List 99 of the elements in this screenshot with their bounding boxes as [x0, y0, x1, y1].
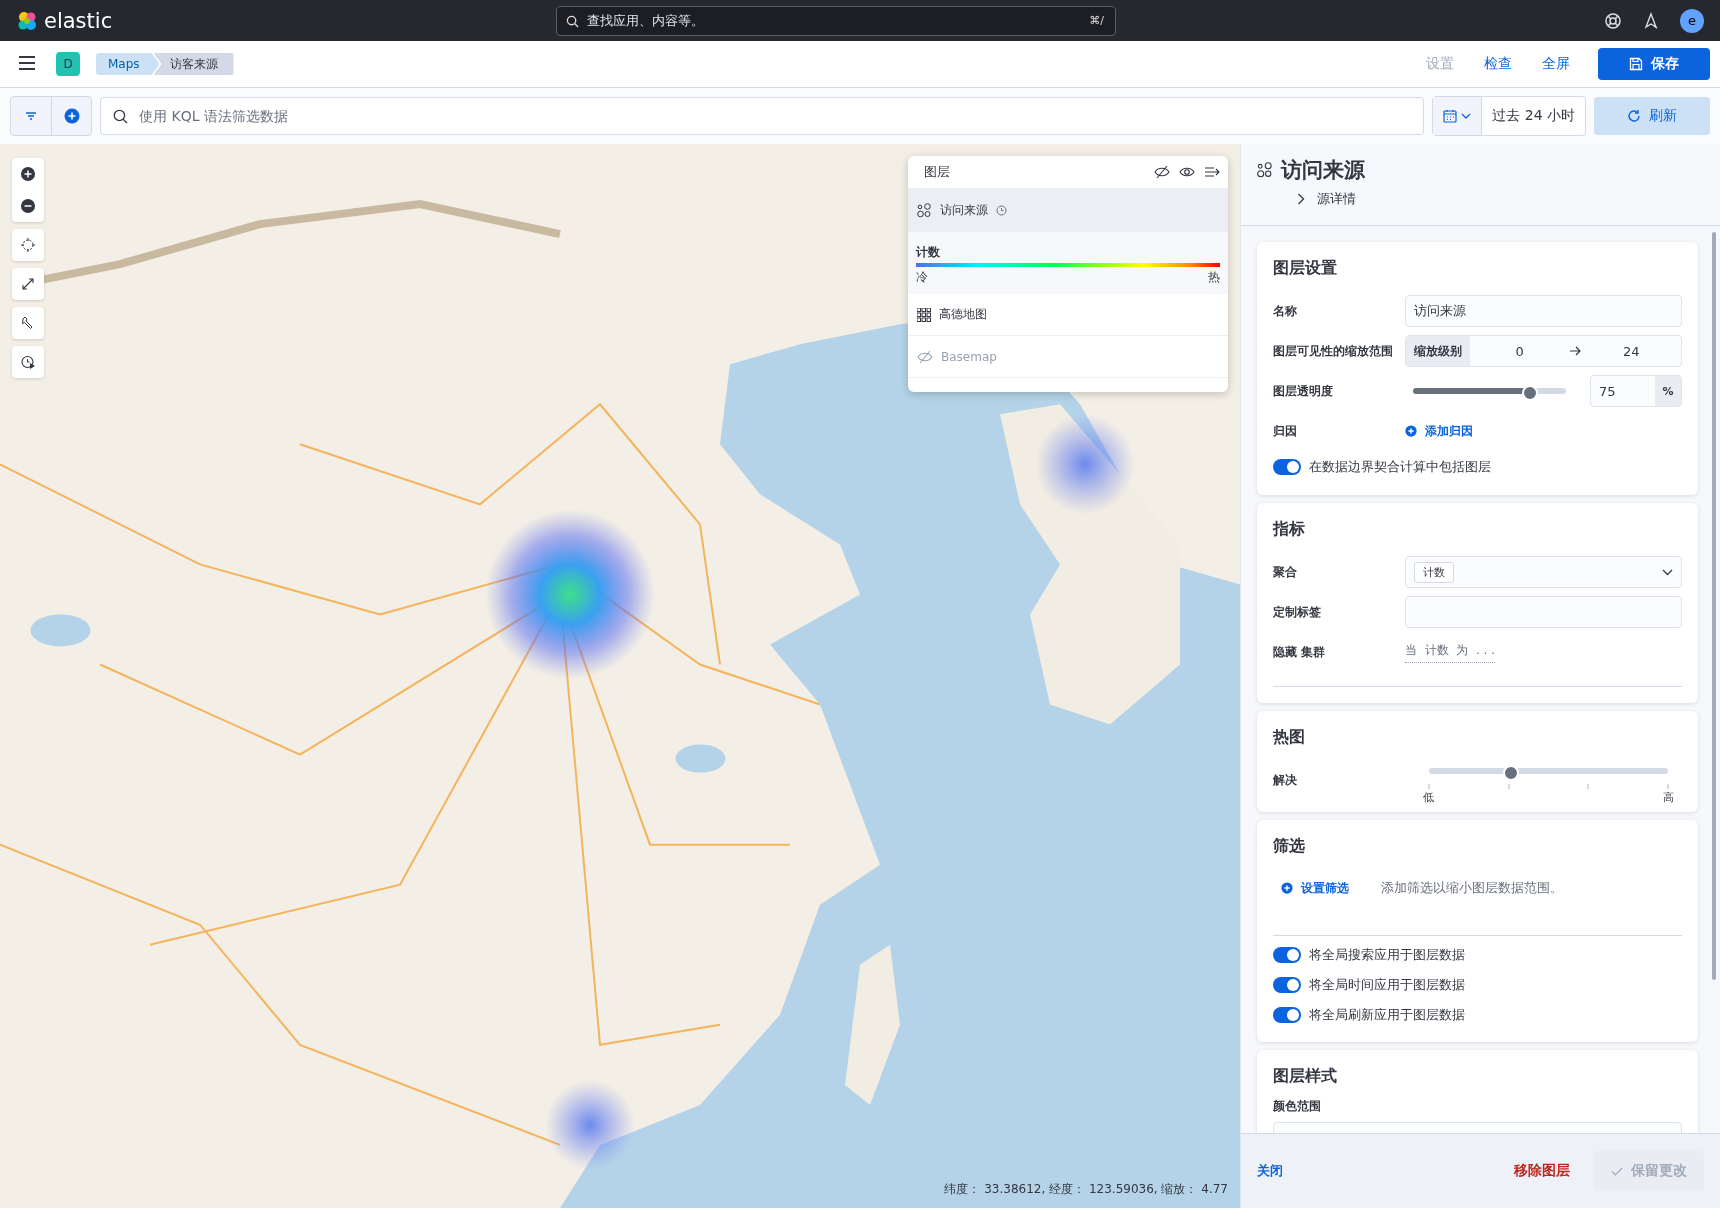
slider-label: 高: [1663, 790, 1674, 805]
query-field[interactable]: 使用 KQL 语法筛选数据: [100, 97, 1425, 135]
dots-icon: [1257, 162, 1273, 178]
logo-text[interactable]: elastic: [44, 8, 113, 33]
menu-button[interactable]: [18, 55, 36, 73]
slider-thumb[interactable]: [1502, 765, 1519, 781]
tools-button[interactable]: [12, 307, 44, 339]
plus-circle-icon: [1405, 425, 1417, 437]
section-title: 热图: [1273, 727, 1306, 748]
close-button[interactable]: 关闭: [1257, 1162, 1283, 1180]
section-title: 筛选: [1273, 836, 1306, 857]
layer-item[interactable]: 高德地图: [908, 294, 1228, 336]
selected-option: 计数: [1414, 561, 1454, 583]
collapse-icon[interactable]: [1204, 166, 1220, 178]
logo-icon[interactable]: [16, 9, 38, 32]
eye-slash-icon: [917, 349, 933, 364]
opacity-field[interactable]: 75 %: [1590, 375, 1682, 407]
field-label: 定制标签: [1273, 604, 1322, 620]
toggle-switch[interactable]: [1273, 459, 1301, 475]
field-label: 图层可见性的缩放范围: [1273, 343, 1394, 359]
clock-play-icon: [20, 354, 36, 370]
user-avatar[interactable]: e: [1680, 8, 1704, 33]
filter-icon: [25, 111, 37, 121]
save-icon: [1629, 57, 1643, 71]
minus-icon: [21, 199, 35, 213]
name-field[interactable]: 访问来源: [1405, 295, 1682, 327]
shortcut-hint: ⌘/: [1089, 13, 1104, 27]
field-suffix: %: [1655, 376, 1681, 406]
field-prefix: 缩放级别: [1406, 336, 1470, 366]
filter-hint: 添加筛选以缩小图层数据范围。: [1381, 879, 1563, 897]
section-title: 指标: [1273, 519, 1306, 540]
calendar-icon: [1443, 109, 1458, 123]
toggle-switch[interactable]: [1273, 1007, 1301, 1023]
field-label: 颜色范围: [1273, 1099, 1322, 1114]
chevron-right-icon: [1297, 193, 1305, 205]
timeslider-button[interactable]: [12, 346, 44, 378]
refresh-icon: [1627, 109, 1641, 123]
field-label: 解决: [1273, 772, 1298, 788]
date-picker-button[interactable]: [1433, 97, 1483, 135]
zoom-range-field[interactable]: 缩放级别 0 24: [1405, 335, 1682, 367]
locate-button[interactable]: [12, 229, 44, 261]
toggle-switch[interactable]: [1273, 947, 1301, 963]
add-attribution-link[interactable]: 添加归因: [1405, 422, 1473, 440]
layer-item[interactable]: 访问来源: [908, 188, 1228, 232]
help-icon[interactable]: [1604, 11, 1622, 30]
header-link[interactable]: 全屏: [1534, 55, 1578, 73]
draw-line-button[interactable]: [12, 268, 44, 300]
field-label: 名称: [1273, 303, 1298, 319]
toggle-label: 将全局时间应用于图层数据: [1309, 976, 1465, 994]
slider-label: 低: [1423, 790, 1434, 805]
slider-thumb[interactable]: [1521, 385, 1538, 401]
diagonal-arrows-icon: [21, 277, 35, 291]
eye-slash-icon[interactable]: [1154, 165, 1170, 179]
layer-title: 访问来源: [1281, 157, 1365, 184]
space-avatar[interactable]: D: [56, 52, 80, 76]
toggle-label: 将全局搜索应用于图层数据: [1309, 946, 1465, 964]
toggle-label: 在数据边界契合计算中包括图层: [1309, 458, 1491, 476]
source-details-toggle[interactable]: 源详情: [1297, 190, 1356, 208]
arrow-right-icon: [1569, 346, 1582, 356]
plus-circle-icon: [1281, 882, 1293, 894]
header-link[interactable]: 检查: [1476, 55, 1520, 73]
clock-icon: [996, 204, 1007, 216]
plus-circle-icon: [63, 108, 80, 124]
legend-label: 冷: [916, 269, 928, 286]
legend-title: 计数: [916, 244, 941, 261]
field-label: 图层透明度: [1273, 383, 1334, 399]
set-filter-link[interactable]: 设置筛选: [1281, 879, 1349, 897]
field-label: 聚合: [1273, 564, 1298, 580]
breadcrumb: 访客来源: [153, 53, 234, 75]
dots-icon: [917, 202, 932, 218]
zoom-min-value: 0: [1514, 343, 1525, 359]
custom-label-field[interactable]: [1405, 596, 1682, 628]
coordinates-text: 纬度： 33.38612, 经度： 123.59036, 缩放： 4.77: [944, 1181, 1228, 1198]
hide-cluster-expression[interactable]: 当 计数 为 . . .: [1405, 641, 1495, 663]
legend-label: 热: [1208, 269, 1220, 286]
panel-title: 图层: [924, 163, 950, 181]
chevron-down-icon: [1662, 568, 1673, 576]
field-label: 隐藏 集群: [1273, 644, 1326, 660]
plus-icon: [21, 167, 35, 181]
search-icon: [113, 109, 128, 124]
remove-layer-button[interactable]: 移除图层: [1514, 1162, 1570, 1180]
eye-icon[interactable]: [1179, 166, 1195, 178]
breadcrumb[interactable]: Maps: [96, 53, 160, 75]
refresh-button[interactable]: 刷新: [1594, 97, 1710, 135]
caret-icon: [1461, 113, 1472, 119]
field-label: 归因: [1273, 423, 1298, 439]
search-icon: [566, 14, 579, 28]
crosshair-icon: [21, 238, 35, 252]
zoom-max-value: 24: [1621, 343, 1641, 359]
grid-icon: [917, 307, 931, 322]
section-title: 图层设置: [1273, 258, 1338, 279]
save-button[interactable]: 保存: [1598, 48, 1710, 80]
check-icon: [1611, 1166, 1623, 1176]
section-title: 图层样式: [1273, 1066, 1338, 1087]
wrench-icon: [21, 316, 35, 330]
aggregation-select[interactable]: 计数: [1405, 556, 1682, 588]
toggle-switch[interactable]: [1273, 977, 1301, 993]
menu-icon: [18, 55, 36, 70]
toggle-label: 将全局刷新应用于图层数据: [1309, 1006, 1465, 1024]
